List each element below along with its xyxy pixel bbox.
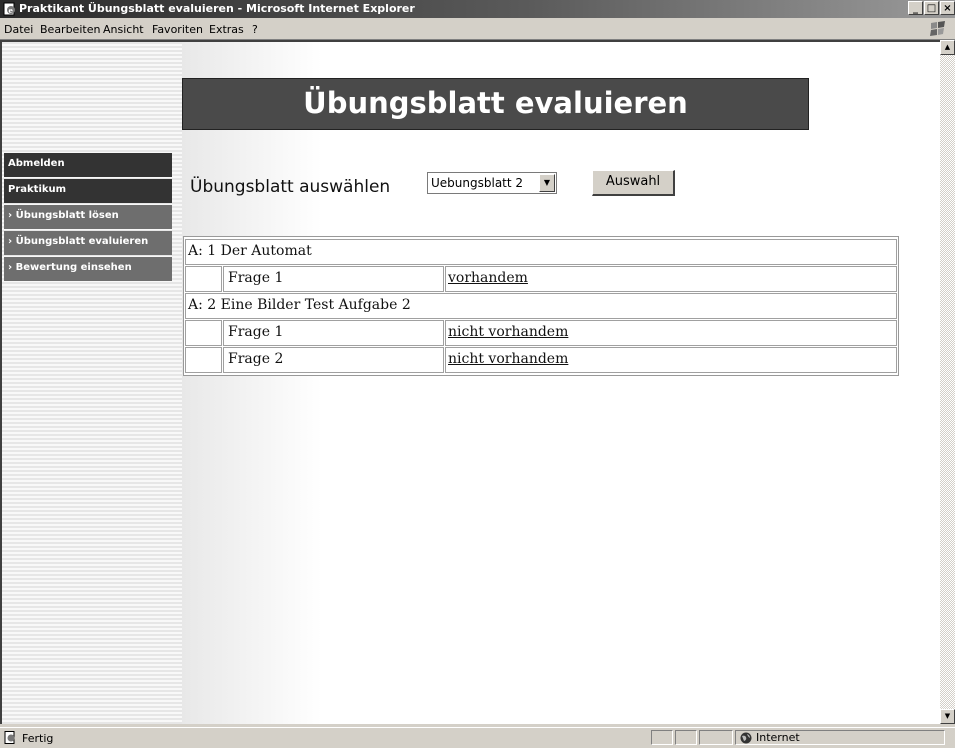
- select-label: Übungsblatt auswählen: [190, 177, 391, 197]
- nav-abmelden[interactable]: Abmelden: [4, 153, 172, 177]
- nav-uebungsblatt-evaluieren[interactable]: › Übungsblatt evaluieren: [4, 231, 172, 255]
- vertical-scrollbar[interactable]: ▲ ▼: [940, 40, 955, 724]
- status-panel: [699, 730, 733, 745]
- chevron-down-icon[interactable]: ▼: [539, 174, 555, 192]
- table-row: A: 1 Der Automat: [185, 239, 897, 265]
- evaluation-table: A: 1 Der Automat Frage 1 vorhandem A: 2 …: [183, 236, 899, 376]
- question-label: Frage 1: [223, 266, 444, 292]
- menu-favoriten[interactable]: Favoriten: [152, 23, 203, 36]
- status-bar: Fertig Internet: [0, 727, 955, 748]
- auswahl-button[interactable]: Auswahl: [592, 170, 675, 196]
- globe-icon: [740, 732, 752, 744]
- zone-label: Internet: [756, 731, 800, 744]
- nav-praktikum[interactable]: Praktikum: [4, 179, 172, 203]
- menu-ansicht[interactable]: Ansicht: [103, 23, 144, 36]
- table-row: A: 2 Eine Bilder Test Aufgabe 2: [185, 293, 897, 319]
- status-link[interactable]: nicht vorhandem: [448, 351, 568, 367]
- nav-uebungsblatt-loesen[interactable]: › Übungsblatt lösen: [4, 205, 172, 229]
- svg-text:e: e: [9, 6, 14, 15]
- left-stripe-background: [2, 42, 182, 724]
- windows-logo-icon: [930, 21, 945, 36]
- table-row: Frage 2 nicht vorhandem: [185, 347, 897, 373]
- scroll-down-icon[interactable]: ▼: [940, 709, 955, 724]
- uebungsblatt-select[interactable]: Uebungsblatt 2 ▼: [427, 172, 557, 194]
- status-panel: [651, 730, 673, 745]
- title-bar: e Praktikant Übungsblatt evaluieren - Mi…: [0, 0, 955, 18]
- status-link[interactable]: vorhandem: [448, 270, 528, 286]
- menu-bar: Datei Bearbeiten Ansicht Favoriten Extra…: [0, 19, 955, 40]
- side-navigation: Abmelden Praktikum › Übungsblatt lösen ›…: [4, 153, 172, 283]
- scroll-up-icon[interactable]: ▲: [940, 40, 955, 55]
- status-cell: vorhandem: [445, 266, 897, 292]
- question-label: Frage 1: [223, 320, 444, 346]
- page-content: Übungsblatt evaluieren Abmelden Praktiku…: [0, 40, 940, 724]
- empty-cell: [185, 266, 222, 292]
- nav-bewertung-einsehen[interactable]: › Bewertung einsehen: [4, 257, 172, 281]
- maximize-button[interactable]: □: [924, 1, 939, 15]
- question-label: Frage 2: [223, 347, 444, 373]
- gradient-background: [182, 42, 322, 724]
- window-title: Praktikant Übungsblatt evaluieren - Micr…: [19, 2, 415, 15]
- page-heading: Übungsblatt evaluieren: [182, 78, 809, 130]
- select-value: Uebungsblatt 2: [431, 176, 524, 190]
- empty-cell: [185, 320, 222, 346]
- menu-datei[interactable]: Datei: [4, 23, 33, 36]
- menu-extras[interactable]: Extras: [209, 23, 244, 36]
- task-title: A: 1 Der Automat: [185, 239, 897, 265]
- security-zone: Internet: [735, 730, 945, 745]
- close-button[interactable]: ×: [940, 1, 955, 15]
- status-text: Fertig: [22, 732, 54, 745]
- table-row: Frage 1 vorhandem: [185, 266, 897, 292]
- empty-cell: [185, 347, 222, 373]
- status-panel: [675, 730, 697, 745]
- status-cell: nicht vorhandem: [445, 320, 897, 346]
- ie-page-icon: e: [3, 2, 15, 16]
- page-done-icon: [4, 731, 15, 744]
- minimize-button[interactable]: _: [908, 1, 923, 15]
- status-cell: nicht vorhandem: [445, 347, 897, 373]
- table-row: Frage 1 nicht vorhandem: [185, 320, 897, 346]
- menu-bearbeiten[interactable]: Bearbeiten: [40, 23, 100, 36]
- status-link[interactable]: nicht vorhandem: [448, 324, 568, 340]
- menu-help[interactable]: ?: [252, 23, 258, 36]
- task-title: A: 2 Eine Bilder Test Aufgabe 2: [185, 293, 897, 319]
